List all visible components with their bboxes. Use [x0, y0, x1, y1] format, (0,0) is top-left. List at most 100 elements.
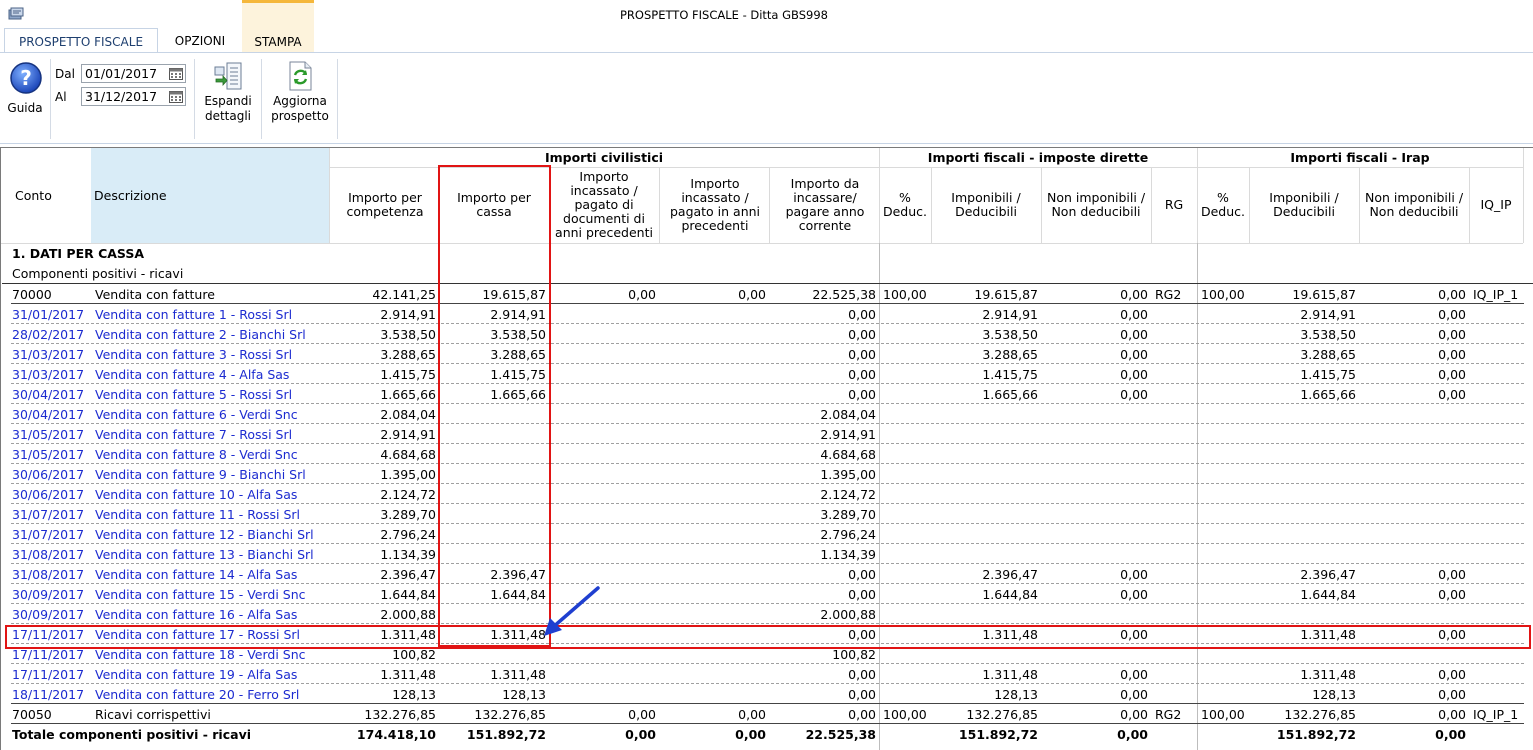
table-row[interactable]: 31/05/2017 Vendita con fatture 8 - Verdi … [2, 444, 1533, 464]
cell-descrizione[interactable]: Vendita con fatture 8 - Verdi Snc [95, 444, 331, 464]
cell-conto[interactable]: 30/04/2017 [12, 404, 94, 424]
table-row[interactable]: 17/11/2017 Vendita con fatture 18 - Verdi… [2, 644, 1533, 664]
cell-descrizione[interactable]: Vendita con fatture 19 - Alfa Sas [95, 664, 331, 684]
cell-descrizione[interactable]: Vendita con fatture 7 - Rossi Srl [95, 424, 331, 444]
dal-label: Dal [55, 67, 75, 81]
cell-competenza: 1.644,84 [380, 587, 436, 602]
cell-conto[interactable]: 31/07/2017 [12, 524, 94, 544]
tab-opzioni[interactable]: OPZIONI [160, 28, 240, 52]
cell-descrizione[interactable]: Vendita con fatture 18 - Verdi Snc [95, 644, 331, 664]
table-row[interactable]: 31/01/2017 Vendita con fatture 1 - Rossi … [2, 304, 1533, 324]
calendar-icon[interactable] [169, 90, 183, 103]
header-perc-deduc-dirette[interactable]: % Deduc. [879, 167, 931, 243]
cell-descrizione[interactable]: Vendita con fatture 5 - Rossi Srl [95, 384, 331, 404]
espandi-dettagli-button[interactable]: Espandi dettagli [198, 61, 258, 131]
cell-descrizione[interactable]: Vendita con fatture 1 - Rossi Srl [95, 304, 331, 324]
cell-conto[interactable]: 31/08/2017 [12, 544, 94, 564]
cell-descrizione[interactable]: Vendita con fatture 11 - Rossi Srl [95, 504, 331, 524]
table-row[interactable]: 30/06/2017 Vendita con fatture 10 - Alfa … [2, 484, 1533, 504]
cell-conto[interactable]: 28/02/2017 [12, 324, 94, 344]
table-row[interactable]: 31/03/2017 Vendita con fatture 3 - Rossi … [2, 344, 1533, 364]
cell-iq-ip [1470, 664, 1530, 684]
header-imponibili-dirette[interactable]: Imponibili / Deducibili [931, 167, 1041, 243]
cell-descrizione[interactable]: Vendita con fatture 20 - Ferro Srl [95, 684, 331, 704]
cell-rg [1152, 584, 1198, 604]
cell-imponibili-dirette [932, 464, 1042, 484]
cell-imponibili-irap [1250, 604, 1360, 624]
table-row[interactable]: 31/05/2017 Vendita con fatture 7 - Rossi … [2, 424, 1533, 444]
header-conto[interactable]: Conto [1, 148, 91, 243]
header-descrizione[interactable]: Descrizione [91, 148, 329, 243]
tab-prospetto-fiscale[interactable]: PROSPETTO FISCALE [4, 28, 158, 52]
cell-descrizione[interactable]: Vendita con fatture 2 - Bianchi Srl [95, 324, 331, 344]
header-importo-competenza[interactable]: Importo per competenza [335, 167, 435, 243]
dal-date-field[interactable]: 01/01/2017 [81, 64, 186, 83]
cell-perc-deduc-dirette [880, 624, 932, 644]
header-incassato-anni-precedenti[interactable]: Importo incassato / pagato in anni prece… [661, 167, 769, 243]
cell-conto[interactable]: 30/09/2017 [12, 604, 94, 624]
header-imponibili-irap[interactable]: Imponibili / Deducibili [1249, 167, 1359, 243]
table-row[interactable]: 30/04/2017 Vendita con fatture 6 - Verdi … [2, 404, 1533, 424]
table-row[interactable]: 30/06/2017 Vendita con fatture 9 - Bianch… [2, 464, 1533, 484]
cell-descrizione[interactable]: Vendita con fatture 9 - Bianchi Srl [95, 464, 331, 484]
cell-descrizione[interactable]: Vendita con fatture 16 - Alfa Sas [95, 604, 331, 624]
cell-descrizione[interactable]: Vendita con fatture 13 - Bianchi Srl [95, 544, 331, 564]
cell-conto[interactable]: 31/03/2017 [12, 344, 94, 364]
table-row[interactable]: 31/07/2017 Vendita con fatture 12 - Bianc… [2, 524, 1533, 544]
table-row[interactable]: 70000 Vendita con fatture 42.141,25 19.615,… [2, 284, 1533, 304]
table-row[interactable]: 17/11/2017 Vendita con fatture 19 - Alfa … [2, 664, 1533, 684]
header-non-imponibili-irap[interactable]: Non imponibili / Non deducibili [1359, 167, 1469, 243]
tab-stampa[interactable]: STAMPA [242, 0, 314, 52]
cell-descrizione[interactable]: Vendita con fatture 6 - Verdi Snc [95, 404, 331, 424]
total-non-imponibili-irap: 0,00 [1435, 727, 1466, 742]
cell-da-incassare: 3.289,70 [820, 507, 876, 522]
cell-conto[interactable]: 30/06/2017 [12, 484, 94, 504]
cell-non-imponibili-dirette: 0,00 [1120, 687, 1148, 702]
table-row[interactable]: 31/03/2017 Vendita con fatture 4 - Alfa S… [2, 364, 1533, 384]
aggiorna-prospetto-button[interactable]: Aggiorna prospetto [265, 61, 335, 131]
cell-conto[interactable]: 30/04/2017 [12, 384, 94, 404]
header-perc-deduc-irap[interactable]: % Deduc. [1197, 167, 1249, 243]
table-row[interactable]: 31/08/2017 Vendita con fatture 14 - Alfa … [2, 564, 1533, 584]
cell-descrizione[interactable]: Vendita con fatture 17 - Rossi Srl [95, 624, 331, 644]
cell-conto[interactable]: 31/08/2017 [12, 564, 94, 584]
cell-descrizione[interactable]: Vendita con fatture 10 - Alfa Sas [95, 484, 331, 504]
header-importo-cassa[interactable]: Importo per cassa [446, 167, 542, 243]
header-non-imponibili-dirette[interactable]: Non imponibili / Non deducibili [1041, 167, 1151, 243]
cell-descrizione[interactable]: Vendita con fatture 14 - Alfa Sas [95, 564, 331, 584]
cell-incassato-documenti-precedenti [550, 384, 660, 404]
cell-descrizione[interactable]: Vendita con fatture 4 - Alfa Sas [95, 364, 331, 384]
cell-conto[interactable]: 17/11/2017 [12, 644, 94, 664]
table-row[interactable]: 30/09/2017 Vendita con fatture 16 - Alfa … [2, 604, 1533, 624]
cell-conto[interactable]: 17/11/2017 [12, 624, 94, 644]
table-row[interactable]: 30/09/2017 Vendita con fatture 15 - Verdi… [2, 584, 1533, 604]
cell-conto[interactable]: 18/11/2017 [12, 684, 94, 704]
calendar-icon[interactable] [169, 67, 183, 80]
cell-conto[interactable]: 30/09/2017 [12, 584, 94, 604]
table-row[interactable]: 30/04/2017 Vendita con fatture 5 - Rossi … [2, 384, 1533, 404]
cell-conto[interactable]: 30/06/2017 [12, 464, 94, 484]
cell-conto[interactable]: 31/05/2017 [12, 444, 94, 464]
help-button[interactable]: ? Guida [4, 61, 46, 117]
header-incassato-documenti-precedenti[interactable]: Importo incassato / pagato di documenti … [549, 167, 659, 243]
cell-non-imponibili-irap [1360, 484, 1470, 504]
al-date-field[interactable]: 31/12/2017 [81, 87, 186, 106]
cell-conto[interactable]: 31/07/2017 [12, 504, 94, 524]
table-row[interactable]: 28/02/2017 Vendita con fatture 2 - Bianch… [2, 324, 1533, 344]
table-row[interactable]: 70050 Ricavi corrispettivi 132.276,85 132.2… [2, 704, 1533, 724]
header-da-incassare[interactable]: Importo da incassare/ pagare anno corren… [771, 167, 879, 243]
table-row[interactable]: 31/08/2017 Vendita con fatture 13 - Bianc… [2, 544, 1533, 564]
table-row[interactable]: 17/11/2017 Vendita con fatture 17 - Rossi… [2, 624, 1533, 644]
header-iq-ip[interactable]: IQ_IP [1469, 167, 1523, 243]
cell-conto[interactable]: 31/01/2017 [12, 304, 94, 324]
cell-conto[interactable]: 31/03/2017 [12, 364, 94, 384]
cell-descrizione[interactable]: Vendita con fatture 3 - Rossi Srl [95, 344, 331, 364]
cell-descrizione[interactable]: Vendita con fatture 15 - Verdi Snc [95, 584, 331, 604]
header-rg[interactable]: RG [1151, 167, 1197, 243]
cell-perc-deduc-dirette [880, 664, 932, 684]
cell-conto[interactable]: 17/11/2017 [12, 664, 94, 684]
table-row[interactable]: 31/07/2017 Vendita con fatture 11 - Rossi… [2, 504, 1533, 524]
cell-descrizione[interactable]: Vendita con fatture 12 - Bianchi Srl [95, 524, 331, 544]
cell-conto[interactable]: 31/05/2017 [12, 424, 94, 444]
table-row[interactable]: 18/11/2017 Vendita con fatture 20 - Ferro… [2, 684, 1533, 704]
